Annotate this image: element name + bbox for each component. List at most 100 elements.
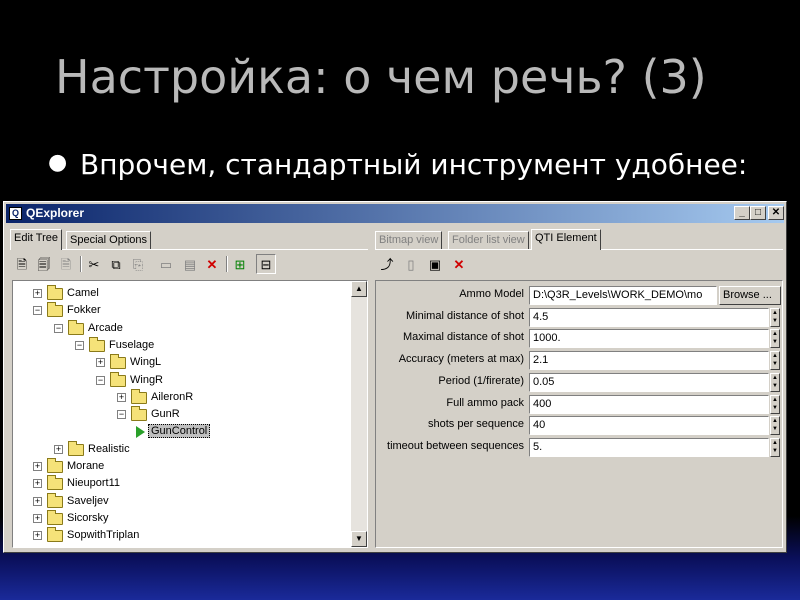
folder-icon	[47, 458, 63, 473]
spin-arrows-icon[interactable]: ▲ ▼	[770, 437, 780, 457]
tree-item[interactable]: + Sicorsky	[13, 509, 343, 527]
property-value-input[interactable]: 1000.	[529, 329, 769, 349]
expand-icon[interactable]: +	[117, 392, 126, 402]
collapse-icon[interactable]: −	[117, 410, 126, 420]
expand-icon[interactable]: +	[54, 444, 63, 454]
tree-item-label: Sicorsky	[67, 511, 109, 524]
spin-arrows-icon[interactable]: ▲ ▼	[770, 372, 780, 392]
tree-view-toggle-icon[interactable]: ⊟	[256, 254, 276, 274]
folder-icon	[131, 406, 147, 422]
property-label: Period (1/firerate)	[438, 374, 524, 387]
element-edit-icon[interactable]: ▣	[425, 254, 445, 274]
minimize-button[interactable]: _	[734, 206, 750, 220]
tab-qti-element[interactable]: QTI Element	[531, 229, 601, 250]
bullet-dot-icon: ●	[48, 150, 68, 175]
window-titlebar[interactable]: Q QExplorer _ □ ✕	[6, 204, 784, 223]
delete-element-icon[interactable]: ✕	[449, 254, 469, 274]
paste-icon[interactable]: ⎘	[128, 254, 148, 274]
property-value-input[interactable]: D:\Q3R_Levels\WORK_DEMO\mo	[529, 286, 717, 305]
tab-bitmap-view[interactable]: Bitmap view	[375, 231, 443, 250]
cut-icon[interactable]: ✂	[84, 254, 104, 274]
tab-folder-list-view[interactable]: Folder list view	[448, 231, 529, 250]
spin-arrows-icon[interactable]: ▲ ▼	[770, 351, 780, 371]
tree-item[interactable]: + Morane	[13, 458, 343, 475]
save-tree-icon[interactable]: 🗎	[56, 254, 76, 274]
app-icon[interactable]: Q	[9, 207, 22, 220]
scroll-up-icon[interactable]: ▲	[351, 281, 367, 297]
tree-item[interactable]: − WingR	[13, 371, 343, 389]
spin-arrows-icon[interactable]: ▲ ▼	[770, 394, 780, 414]
collapse-icon[interactable]: −	[96, 375, 105, 385]
folder-move-icon[interactable]: ▭	[156, 254, 176, 274]
folder-icon	[47, 302, 63, 318]
collapse-icon[interactable]: −	[54, 323, 63, 333]
property-value-input[interactable]: 5.	[529, 437, 769, 457]
property-value-input[interactable]: 0.05	[529, 372, 769, 392]
tree-item-label: Fokker	[67, 304, 101, 317]
expand-icon[interactable]: +	[33, 531, 42, 541]
tree-item-label: WingR	[130, 373, 164, 386]
property-value-input[interactable]: 4.5	[529, 307, 769, 327]
tree-item-label: Arcade	[88, 321, 123, 334]
property-row: shots per sequence 40 ▲ ▼	[376, 415, 780, 436]
open-tree-icon[interactable]: 🗐	[34, 254, 54, 274]
tree-item[interactable]: − Fokker	[13, 302, 343, 319]
bullet-text: Впрочем, стандартный инструмент удобнее:	[80, 148, 748, 181]
tree-item[interactable]: + SopwithTriplan	[13, 527, 343, 544]
property-value-input[interactable]: 2.1	[529, 351, 769, 371]
property-value-input[interactable]: 400	[529, 394, 769, 414]
copy-icon[interactable]: ⧉	[106, 254, 126, 274]
tree-item[interactable]: − GunR	[13, 406, 343, 423]
property-label: Minimal distance of shot	[406, 309, 524, 322]
collapse-icon[interactable]: −	[33, 306, 42, 316]
spin-arrows-icon[interactable]: ▲ ▼	[770, 416, 780, 436]
toolbar-separator	[226, 256, 228, 272]
folder-icon	[47, 492, 63, 508]
toolbar-separator	[80, 256, 82, 272]
tree-item[interactable]: + WingL	[13, 354, 343, 371]
expand-icon[interactable]: +	[96, 358, 105, 368]
tree-item[interactable]: + Saveljev	[13, 492, 343, 510]
tree-item-label: Realistic	[88, 442, 130, 455]
tab-special-options[interactable]: Special Options	[66, 231, 152, 250]
tree-item[interactable]: + AileronR	[13, 388, 343, 406]
property-value-input[interactable]: 40	[529, 416, 769, 436]
tree-item-label: AileronR	[151, 390, 194, 403]
left-tab-divider	[10, 249, 368, 250]
up-folder-icon[interactable]: ⤴	[377, 254, 397, 274]
tree-item[interactable]: + Nieuport11	[13, 475, 343, 492]
spin-arrows-icon[interactable]: ▲ ▼	[770, 329, 780, 349]
expand-icon[interactable]: +	[33, 513, 42, 523]
delete-icon[interactable]: ✕	[202, 254, 222, 274]
tree-item[interactable]: − Fuselage	[13, 336, 343, 354]
scroll-down-icon[interactable]: ▼	[351, 531, 367, 547]
tree-view[interactable]: ▲ ▼ + Camel − Fokker − Arcade − Fuselage + WingL −…	[12, 280, 368, 548]
property-label: Accuracy (meters at max)	[398, 353, 524, 366]
tree-item-label: GunR	[151, 408, 180, 421]
collapse-icon[interactable]: −	[75, 340, 84, 350]
maximize-button[interactable]: □	[750, 206, 766, 220]
tree-item[interactable]: − Arcade	[13, 319, 343, 337]
properties-icon[interactable]: ▤	[180, 254, 200, 274]
browse-button[interactable]: Browse ...	[719, 286, 781, 305]
tree-scrollbar[interactable]: ▲ ▼	[351, 281, 367, 547]
expand-icon[interactable]: +	[33, 479, 42, 489]
expand-icon[interactable]: +	[33, 496, 42, 506]
add-element-icon[interactable]: ⊞	[230, 254, 250, 274]
tree-item[interactable]: + Realistic	[13, 440, 343, 458]
close-button[interactable]: ✕	[768, 206, 784, 220]
save-element-icon[interactable]: ▯	[401, 254, 421, 274]
new-tree-icon[interactable]: 🗎	[12, 254, 32, 274]
expand-icon[interactable]: +	[33, 289, 42, 298]
tree-item[interactable]: + Camel	[13, 285, 343, 302]
tab-edit-tree[interactable]: Edit Tree	[10, 229, 63, 250]
expand-icon[interactable]: +	[33, 462, 42, 471]
property-grid: Ammo Model D:\Q3R_Levels\WORK_DEMO\mo Brow…	[375, 280, 783, 548]
folder-icon	[47, 527, 63, 543]
tree-item[interactable]: GunControl	[13, 424, 343, 440]
tree-item-label: WingL	[130, 356, 162, 369]
property-label: Full ammo pack	[446, 396, 524, 409]
property-row: timeout between sequences 5. ▲ ▼	[376, 437, 780, 458]
spin-arrows-icon[interactable]: ▲ ▼	[770, 307, 780, 327]
element-play-icon	[136, 426, 145, 439]
